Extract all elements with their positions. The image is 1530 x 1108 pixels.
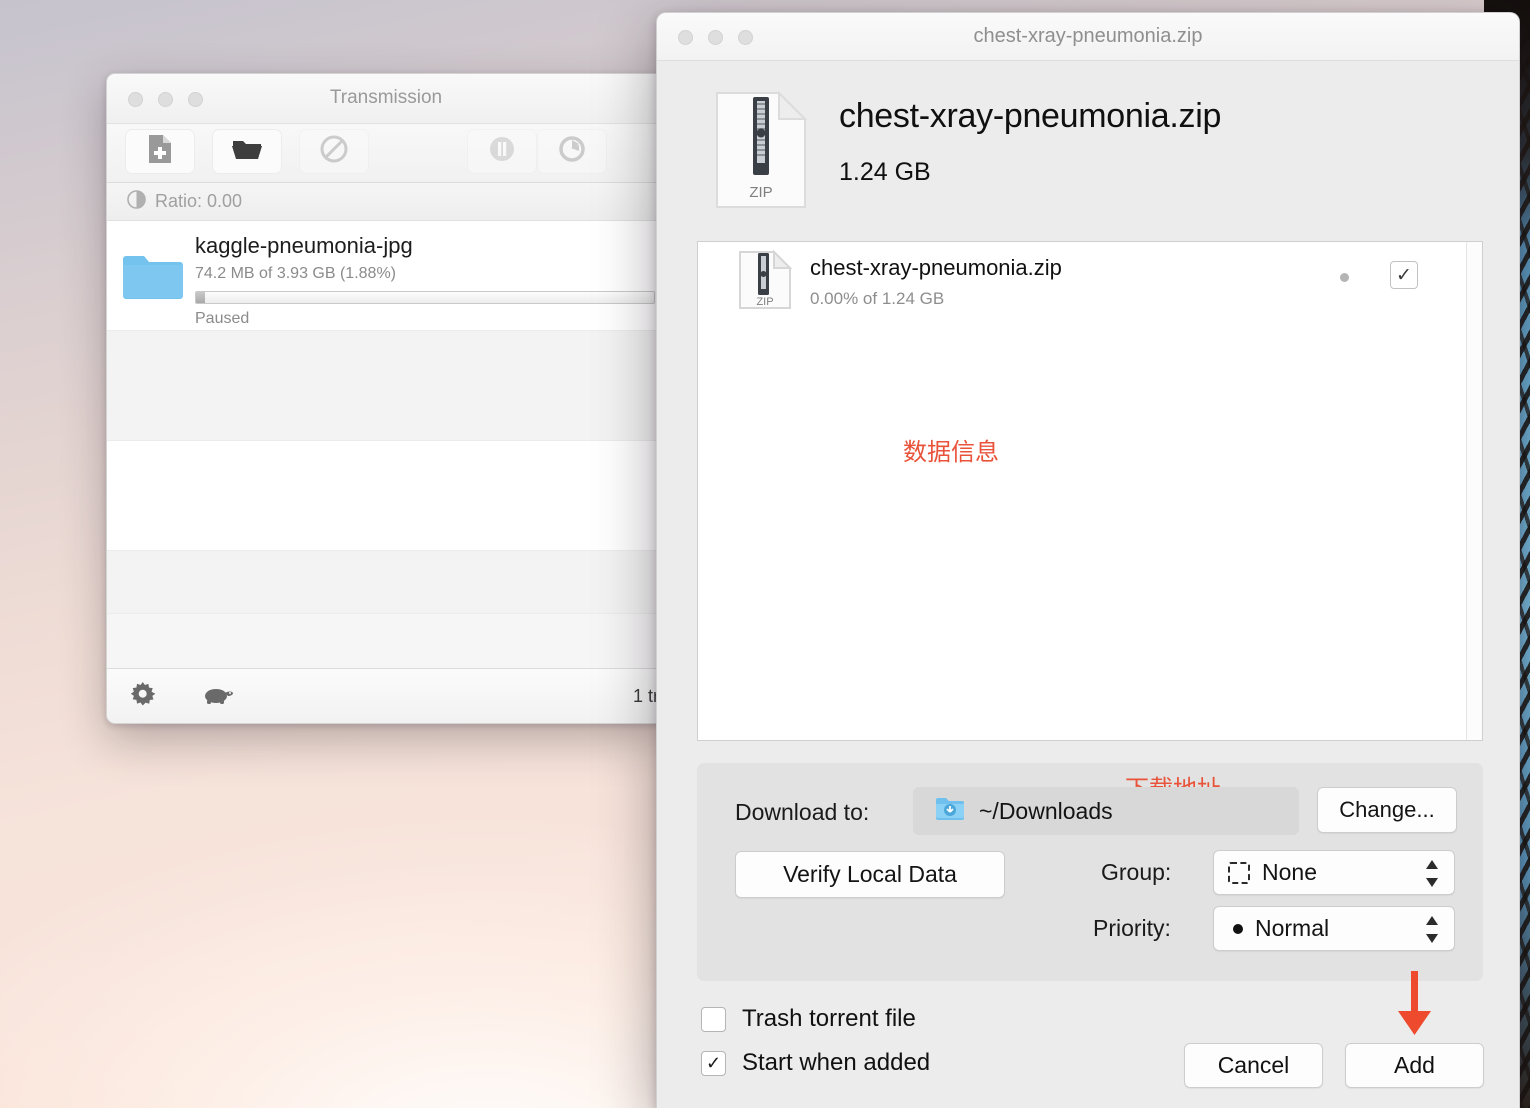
start-when-added-label: Start when added <box>742 1049 931 1076</box>
start-when-added-checkbox[interactable]: ✓ <box>701 1050 726 1076</box>
resume-icon <box>558 135 586 168</box>
file-list[interactable]: ZIP chest-xray-pneumonia.zip 0.00% of 1.… <box>697 241 1483 741</box>
gear-icon[interactable] <box>129 680 157 713</box>
verify-local-data-button[interactable]: Verify Local Data <box>735 851 1005 898</box>
add-torrent-dialog[interactable]: chest-xray-pneumonia.zip ZIP chest-xray-… <box>656 12 1520 1108</box>
chevron-updown-icon[interactable] <box>1424 858 1440 889</box>
group-select[interactable]: None <box>1213 850 1455 895</box>
file-include-checkbox[interactable]: ✓ <box>1390 261 1418 289</box>
priority-select[interactable]: Normal <box>1213 906 1455 951</box>
normal-priority-dot <box>1340 273 1349 282</box>
dialog-filesize: 1.24 GB <box>839 158 931 186</box>
table-row[interactable] <box>107 551 665 614</box>
add-button[interactable]: Add <box>1345 1043 1484 1088</box>
file-name: chest-xray-pneumonia.zip <box>810 255 1062 280</box>
torrent-progress-bar <box>195 291 655 304</box>
ratio-icon <box>127 189 146 214</box>
resume-all-button[interactable] <box>537 129 607 174</box>
document-plus-icon <box>147 134 173 169</box>
table-row[interactable]: kaggle-pneumonia-jpg 74.2 MB of 3.93 GB … <box>107 221 665 331</box>
transmission-window[interactable]: Transmission Ratio: 0.00 kaggle-pneumoni… <box>106 73 666 724</box>
priority-value: Normal <box>1255 915 1330 941</box>
row-separator <box>107 613 665 614</box>
no-entry-icon <box>320 135 348 168</box>
dialog-titlebar: chest-xray-pneumonia.zip <box>657 13 1519 61</box>
trash-torrent-file-row[interactable]: Trash torrent file <box>701 1005 916 1033</box>
table-row[interactable] <box>107 331 665 441</box>
open-folder-button[interactable] <box>212 129 282 174</box>
zip-icon-label: ZIP <box>749 184 772 201</box>
priority-label: Priority: <box>1093 915 1171 941</box>
turtle-icon[interactable] <box>199 683 235 710</box>
group-none-swatch-icon <box>1228 861 1250 884</box>
download-path-field[interactable]: ~/Downloads <box>913 787 1299 835</box>
priority-normal-dot-icon <box>1233 923 1243 934</box>
ratio-text: Ratio: 0.00 <box>155 191 243 211</box>
chevron-updown-icon[interactable] <box>1424 914 1440 945</box>
zip-file-icon: ZIP <box>715 90 808 214</box>
zip-file-icon: ZIP <box>738 249 793 315</box>
torrent-list[interactable]: kaggle-pneumonia-jpg 74.2 MB of 3.93 GB … <box>107 221 665 614</box>
window-title: Transmission <box>329 87 443 108</box>
group-label: Group: <box>1101 859 1172 885</box>
file-list-scrollbar[interactable] <box>1466 242 1482 740</box>
transmission-bottom-bar: 1 transfe <box>107 668 665 723</box>
annotation-arrow-to-add-button <box>1395 971 1435 1042</box>
transmission-toolbar <box>107 124 665 183</box>
dialog-header: ZIP chest-xray-pneumonia.zip 1.24 GB <box>657 61 1519 241</box>
trash-torrent-file-label: Trash torrent file <box>742 1005 916 1032</box>
start-when-added-row[interactable]: ✓ Start when added <box>701 1049 930 1077</box>
blue-folder-icon <box>122 253 184 301</box>
change-button[interactable]: Change... <box>1317 787 1457 833</box>
downloads-folder-icon <box>935 796 965 827</box>
download-path-text: ~/Downloads <box>979 797 1113 824</box>
torrent-progress-text: 74.2 MB of 3.93 GB (1.88%) <box>195 265 396 282</box>
options-panel: 下载地址 Download to: ~/Downloads Change... … <box>697 763 1483 981</box>
list-item[interactable]: ZIP chest-xray-pneumonia.zip 0.00% of 1.… <box>698 242 1482 314</box>
torrent-progress-fill <box>196 292 205 303</box>
pause-all-button[interactable] <box>467 129 537 174</box>
table-row[interactable] <box>107 441 665 551</box>
group-value: None <box>1262 859 1317 885</box>
folder-icon <box>231 137 263 166</box>
open-torrent-button[interactable] <box>125 129 195 174</box>
remove-button[interactable] <box>299 129 369 174</box>
transmission-status-line: Ratio: 0.00 <box>107 183 665 221</box>
checkmark-icon: ✓ <box>705 1053 722 1073</box>
svg-text:ZIP: ZIP <box>756 296 773 308</box>
torrent-status: Paused <box>195 310 250 327</box>
file-progress-text: 0.00% of 1.24 GB <box>810 289 945 308</box>
trash-torrent-file-checkbox[interactable] <box>701 1006 726 1032</box>
checkmark-icon: ✓ <box>1396 264 1412 286</box>
annotation-file-data: 数据信息 <box>903 438 999 466</box>
download-to-label: Download to: <box>735 799 870 825</box>
torrent-name: kaggle-pneumonia-jpg <box>195 233 413 258</box>
transmission-titlebar: Transmission <box>107 74 665 124</box>
pause-icon <box>488 135 516 168</box>
dialog-title: chest-xray-pneumonia.zip <box>973 25 1203 47</box>
dialog-filename: chest-xray-pneumonia.zip <box>839 97 1222 135</box>
cancel-button[interactable]: Cancel <box>1184 1043 1323 1088</box>
